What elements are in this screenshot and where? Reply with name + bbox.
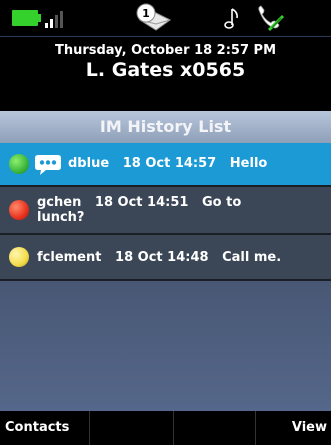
list-item-line1: gchen 18 Oct 14:51 Go to <box>37 195 242 210</box>
status-bar: 1 <box>0 0 331 36</box>
presence-available-icon <box>9 154 29 174</box>
presence-away-icon <box>9 247 29 267</box>
chat-bubble-icon <box>35 155 61 175</box>
softkey-contacts[interactable]: Contacts <box>0 411 90 445</box>
signal-strength-icon <box>44 8 68 28</box>
list-item[interactable]: fclement 18 Oct 14:48 Call me. <box>0 235 331 279</box>
page-title: IM History List <box>99 117 232 136</box>
list-item[interactable]: dblue 18 Oct 14:57 Hello <box>0 143 331 185</box>
list-item-line1: dblue 18 Oct 14:57 Hello <box>68 156 268 171</box>
presence-busy-icon <box>9 200 29 220</box>
softkey-2[interactable] <box>90 411 174 445</box>
list-item[interactable]: gchen 18 Oct 14:51 Go to lunch? <box>0 187 331 233</box>
header: Thursday, October 18 2:57 PM L. Gates x0… <box>0 36 331 87</box>
ringer-note-icon <box>224 8 238 29</box>
list-item-line2: lunch? <box>37 210 85 225</box>
date-time: Thursday, October 18 2:57 PM <box>54 43 277 58</box>
battery-icon <box>12 10 38 26</box>
im-history-list: dblue 18 Oct 14:57 Hello gchen 18 Oct 14… <box>0 143 331 411</box>
message-waiting-count: 1 <box>142 7 150 20</box>
battery-tip <box>38 14 41 22</box>
handset-status-icon <box>258 5 285 32</box>
user-line: L. Gates x0565 <box>85 59 246 81</box>
softkey-bar: Contacts View <box>0 411 331 445</box>
title-bar: IM History List <box>0 111 331 143</box>
softkey-3[interactable] <box>174 411 256 445</box>
message-waiting-icon[interactable]: 1 <box>132 2 174 34</box>
softkey-view[interactable]: View <box>256 411 331 445</box>
list-item-line1: fclement 18 Oct 14:48 Call me. <box>37 250 282 265</box>
row-divider <box>0 279 331 281</box>
